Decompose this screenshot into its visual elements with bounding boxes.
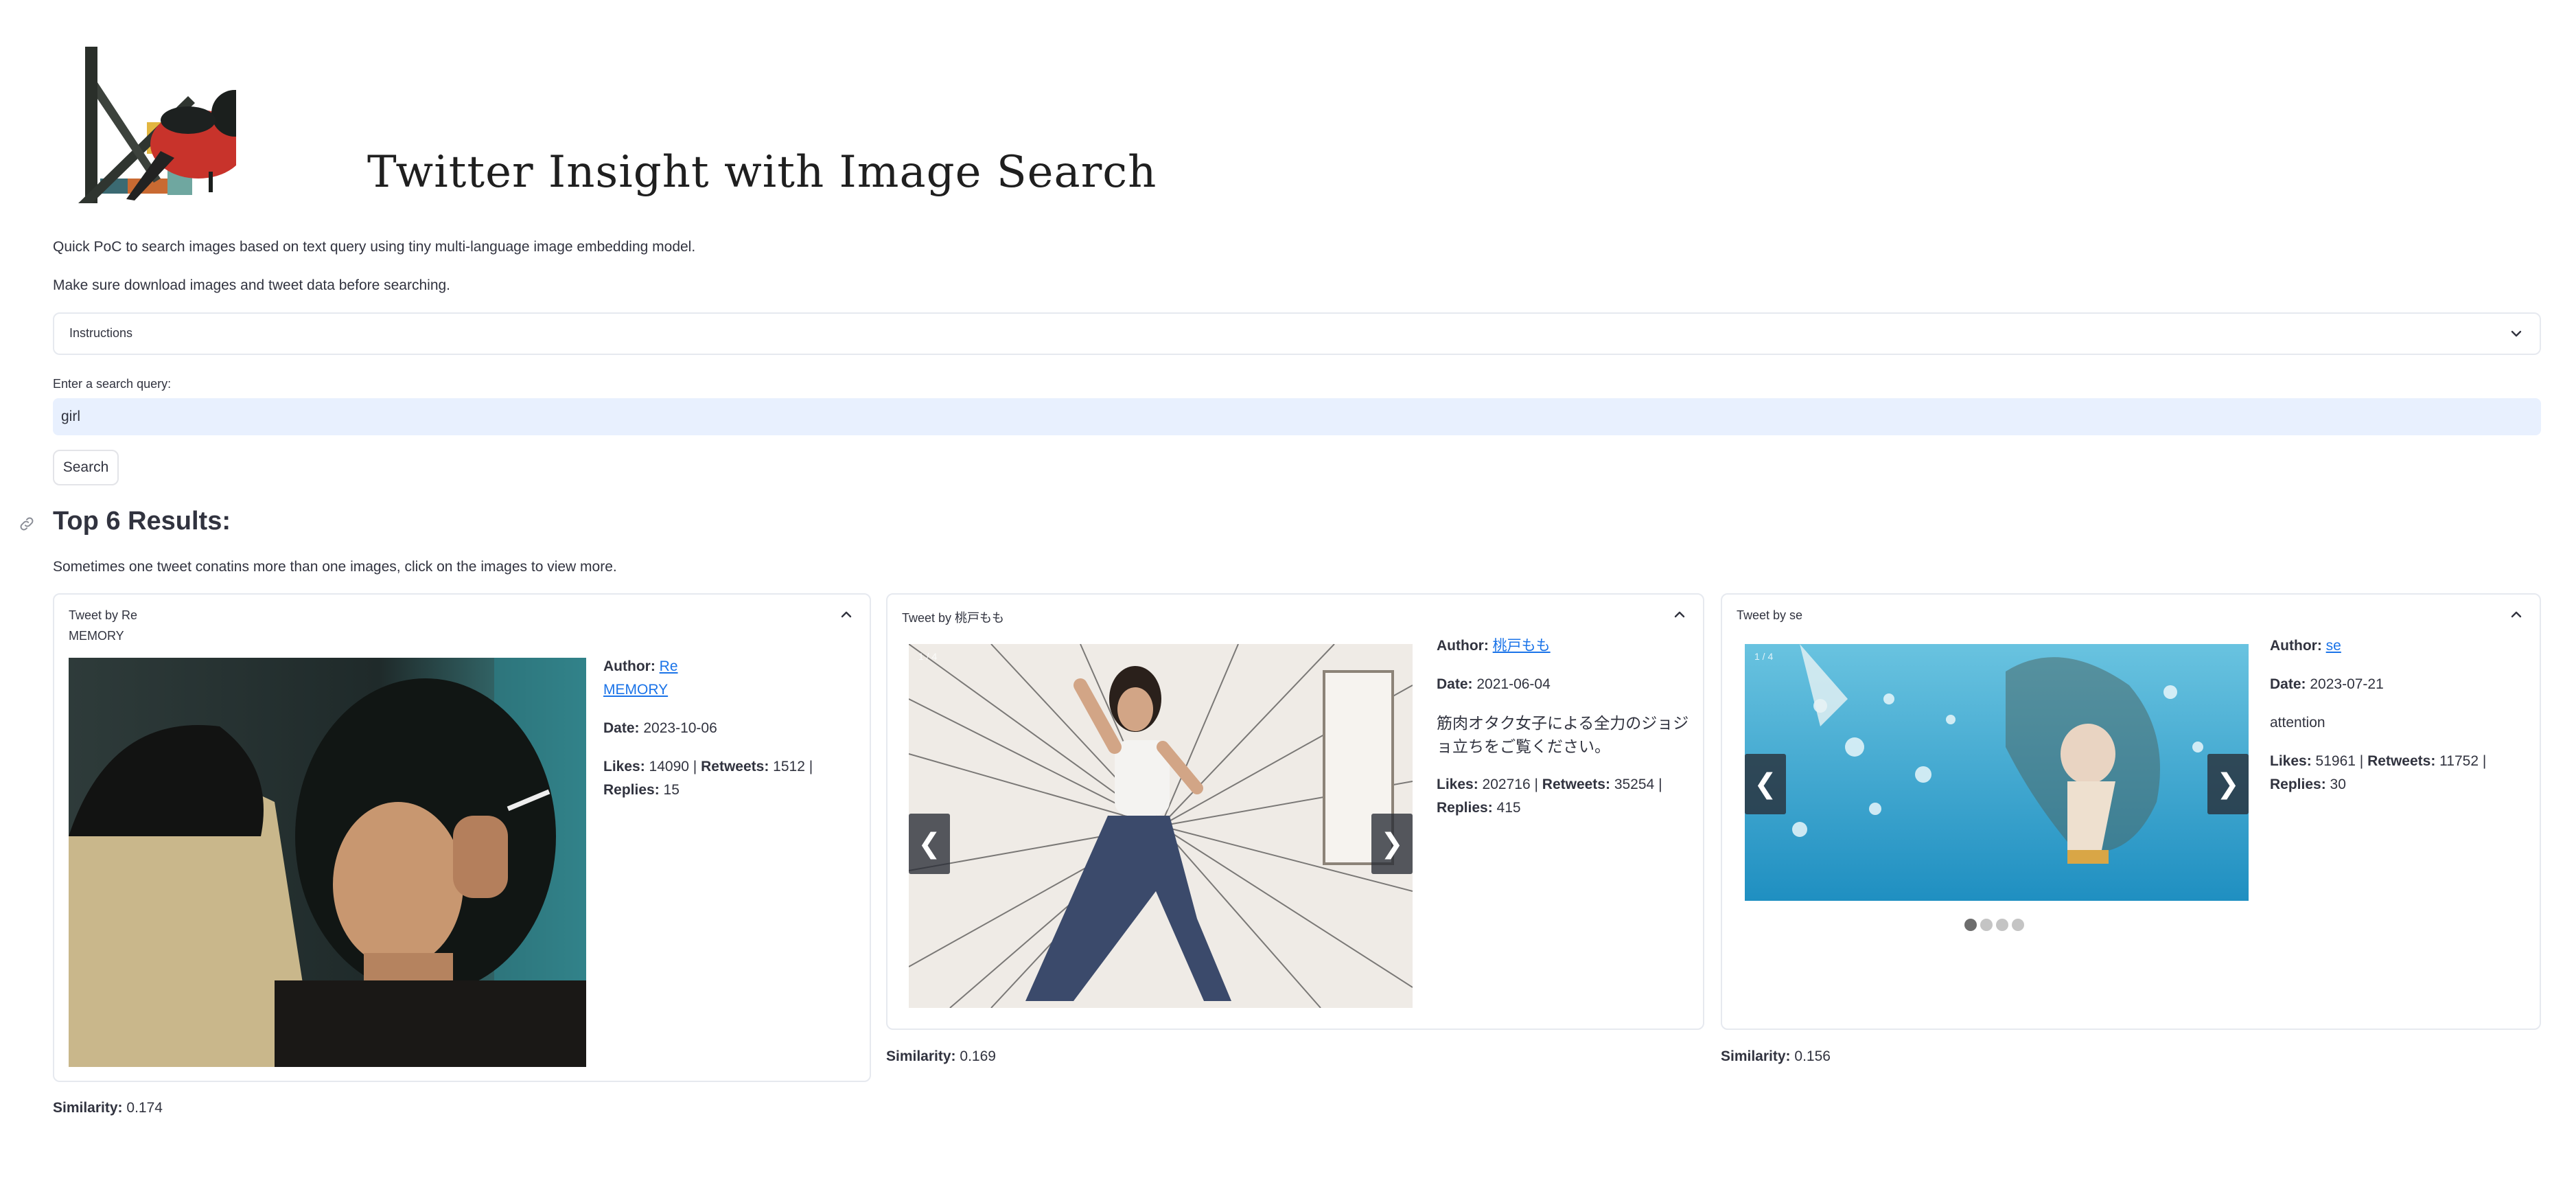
likes-label: Likes:: [1437, 777, 1478, 792]
instructions-label: Instructions: [69, 326, 133, 340]
tweet-stats: Likes: 14090 | Retweets: 1512 | Replies:…: [603, 755, 857, 802]
image-carousel[interactable]: 1 / 4 ❮ ❯: [909, 644, 1413, 1008]
search-input[interactable]: [53, 398, 2541, 435]
app-logo: [58, 41, 281, 220]
retweets-count: 35254: [1614, 777, 1655, 792]
retweets-label: Retweets:: [2367, 753, 2436, 769]
author-label: Author:: [603, 658, 655, 674]
likes-label: Likes:: [2270, 753, 2312, 769]
likes-count: 14090: [649, 759, 689, 774]
chevron-up-icon[interactable]: [2508, 606, 2525, 623]
carousel-dot[interactable]: [1996, 919, 2008, 931]
carousel-prev-button[interactable]: ❮: [909, 814, 950, 874]
tweet-date: 2023-07-21: [2310, 676, 2384, 692]
retweets-count: 1512: [773, 759, 805, 774]
tweet-stats: Likes: 202716 | Retweets: 35254 | Replie…: [1437, 773, 1691, 820]
date-label: Date:: [603, 720, 640, 736]
replies-count: 30: [2330, 777, 2346, 792]
similarity-value: 0.156: [1794, 1048, 1831, 1064]
search-button[interactable]: Search: [53, 450, 119, 485]
download-caption: Make sure download images and tweet data…: [53, 277, 451, 293]
tweet-meta: Author: se Date: 2023-07-21 attention Li…: [2270, 634, 2524, 812]
carousel-dot[interactable]: [2012, 919, 2024, 931]
author-label: Author:: [1437, 638, 1489, 654]
page-title: Twitter Insight with Image Search: [367, 147, 1157, 198]
replies-count: 415: [1496, 800, 1521, 816]
author-link-cont[interactable]: MEMORY: [603, 682, 668, 698]
tweet-stats: Likes: 51961 | Retweets: 11752 | Replies…: [2270, 750, 2524, 796]
tweet-text: attention: [2270, 715, 2325, 731]
results-heading: Top 6 Results:: [53, 507, 231, 536]
search-query-label: Enter a search query:: [53, 377, 172, 391]
similarity-label: Similarity:: [886, 1048, 956, 1064]
stat-separator: |: [809, 759, 813, 774]
instructions-expander[interactable]: Instructions: [53, 312, 2541, 355]
stat-separator: |: [2482, 753, 2487, 769]
tweet-date: 2023-10-06: [643, 720, 717, 736]
similarity-score-2: Similarity: 0.169: [886, 1048, 996, 1065]
retweets-label: Retweets:: [701, 759, 769, 774]
stat-separator: |: [2359, 753, 2364, 769]
similarity-label: Similarity:: [1721, 1048, 1791, 1064]
stat-separator: |: [1658, 777, 1662, 792]
app-page: Twitter Insight with Image Search Quick …: [0, 0, 2576, 1183]
retweets-label: Retweets:: [1542, 777, 1610, 792]
tweet-image[interactable]: [69, 658, 586, 1067]
author-link[interactable]: 桃戸もも: [1493, 638, 1551, 654]
similarity-score-1: Similarity: 0.174: [53, 1100, 163, 1116]
retweets-count: 11752: [2439, 753, 2479, 769]
carousel-prev-button[interactable]: ❮: [1745, 754, 1786, 814]
tweet-card-2: Tweet by 桃戸もも 1 / 4 ❮ ❯ Author: 桃戸もも Dat…: [886, 593, 1704, 1030]
chevron-up-icon[interactable]: [1671, 606, 1688, 623]
carousel-dot[interactable]: [1964, 919, 1977, 931]
similarity-score-3: Similarity: 0.156: [1721, 1048, 1831, 1065]
replies-label: Replies:: [603, 782, 660, 798]
carousel-next-button[interactable]: ❯: [2207, 754, 2249, 814]
replies-count: 15: [663, 782, 680, 798]
likes-count: 51961: [2315, 753, 2356, 769]
tweet-card-1: Tweet by Re MEMORY Author: Re MEMORY Dat…: [53, 593, 871, 1082]
image-carousel[interactable]: 1 / 4 ❮ ❯: [1745, 644, 2249, 901]
carousel-counter: 1 / 4: [918, 651, 938, 662]
stat-separator: |: [1534, 777, 1538, 792]
tweet-card-header-sub: MEMORY: [69, 629, 124, 643]
carousel-dots: [1964, 919, 2024, 931]
intro-caption: Quick PoC to search images based on text…: [53, 239, 696, 255]
link-icon[interactable]: [18, 515, 36, 533]
tweet-meta: Author: Re MEMORY Date: 2023-10-06 Likes…: [603, 655, 857, 817]
stat-separator: |: [693, 759, 697, 774]
tweet-card-3: Tweet by se 1 / 4 ❮ ❯ Author: se Date: 2…: [1721, 593, 2541, 1030]
carousel-dot[interactable]: [1980, 919, 1993, 931]
chevron-down-icon: [2508, 325, 2525, 342]
replies-label: Replies:: [1437, 800, 1493, 816]
tweet-text: 筋肉オタク女子による全力のジョジョ立ちをご覧ください。: [1437, 714, 1689, 755]
date-label: Date:: [1437, 676, 1473, 692]
similarity-value: 0.174: [126, 1100, 163, 1116]
tweet-card-header[interactable]: Tweet by 桃戸もも: [902, 608, 1004, 626]
likes-count: 202716: [1482, 777, 1531, 792]
tweet-meta: Author: 桃戸もも Date: 2021-06-04 筋肉オタク女子による…: [1437, 634, 1691, 835]
results-note: Sometimes one tweet conatins more than o…: [53, 559, 617, 575]
carousel-next-button[interactable]: ❯: [1371, 814, 1413, 874]
date-label: Date:: [2270, 676, 2306, 692]
likes-label: Likes:: [603, 759, 645, 774]
author-label: Author:: [2270, 638, 2322, 654]
replies-label: Replies:: [2270, 777, 2326, 792]
author-link[interactable]: Re: [660, 658, 678, 674]
chevron-up-icon[interactable]: [838, 606, 855, 623]
tweet-date: 2021-06-04: [1476, 676, 1551, 692]
tweet-card-header[interactable]: Tweet by Re: [69, 608, 137, 623]
author-link[interactable]: se: [2326, 638, 2341, 654]
similarity-value: 0.169: [960, 1048, 996, 1064]
carousel-counter: 1 / 4: [1754, 651, 1774, 662]
similarity-label: Similarity:: [53, 1100, 123, 1116]
tweet-card-header[interactable]: Tweet by se: [1737, 608, 1802, 623]
